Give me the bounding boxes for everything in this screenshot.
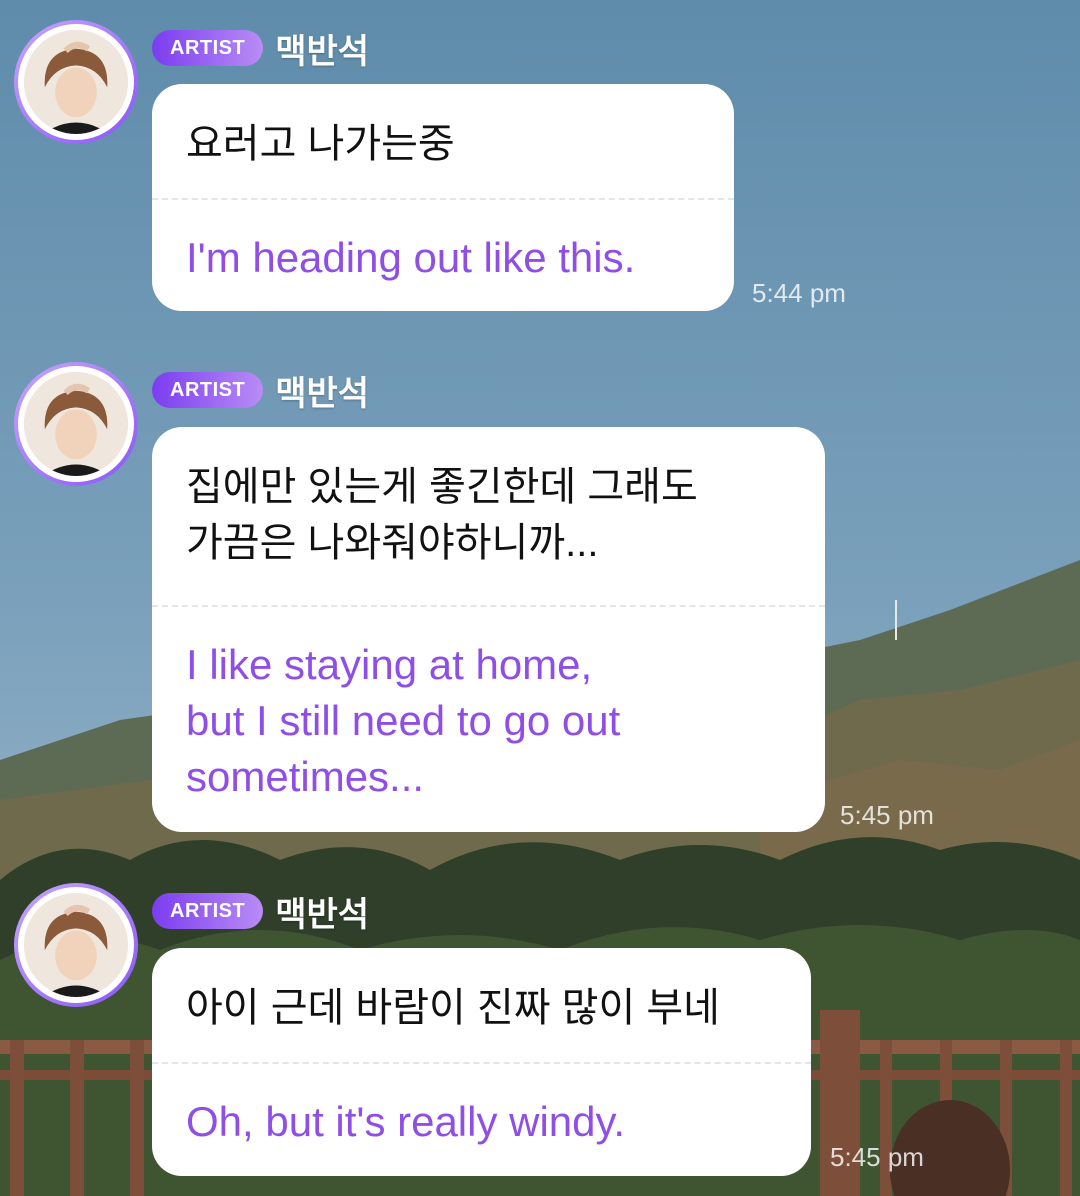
artist-avatar[interactable] [14, 362, 138, 486]
original-text: 집에만 있는게 좋긴한데 그래도 가끔은 나와줘야하니까... [186, 465, 698, 565]
sender-name: 맥반석 [275, 374, 370, 413]
artist-avatar[interactable] [14, 20, 138, 144]
artist-avatar[interactable] [14, 883, 138, 1007]
profile-photo-icon [24, 30, 128, 134]
sender-name: 맥반석 [275, 895, 370, 934]
message-time: 5:44 pm [752, 278, 846, 308]
profile-photo-icon [24, 372, 128, 476]
original-text: 아이 근데 바람이 진짜 많이 부네 [186, 986, 720, 1030]
original-text: 요러고 나가는중 [186, 122, 455, 166]
artist-badge: ARTIST [152, 372, 264, 408]
profile-photo-icon [24, 893, 128, 997]
message-time: 5:45 pm [830, 1142, 924, 1172]
translated-text: Oh, but it's really windy. [186, 1098, 626, 1145]
message-time: 5:45 pm [840, 800, 934, 830]
message-bubble[interactable]: 요러고 나가는중 I'm heading out like this. [152, 84, 734, 311]
message-bubble[interactable]: 아이 근데 바람이 진짜 많이 부네 Oh, but it's really w… [152, 948, 811, 1176]
translated-text: I'm heading out like this. [186, 234, 636, 281]
translated-text: I like staying at home, but I still need… [186, 641, 621, 800]
artist-badge: ARTIST [152, 893, 264, 929]
sender-name: 맥반석 [275, 32, 370, 71]
message-bubble[interactable]: 집에만 있는게 좋긴한데 그래도 가끔은 나와줘야하니까... I like s… [152, 427, 825, 832]
artist-badge: ARTIST [152, 30, 264, 66]
